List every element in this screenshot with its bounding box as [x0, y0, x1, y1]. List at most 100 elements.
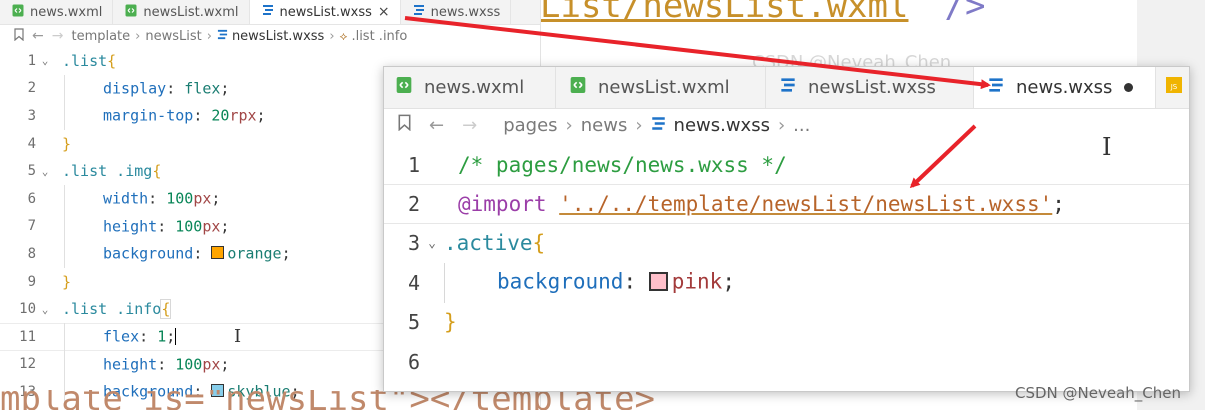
- chevron-right-icon: ›: [329, 28, 335, 44]
- css-unit: px: [202, 354, 221, 373]
- breadcrumb-item[interactable]: pages: [503, 115, 557, 136]
- chevron-right-icon: ›: [206, 28, 212, 44]
- css-selector: .list .img: [62, 162, 153, 181]
- css-property: background: [497, 269, 624, 294]
- css-number: 1: [157, 327, 167, 346]
- css-property: margin-top: [103, 106, 194, 125]
- mouse-ibeam-cursor-icon: I: [1102, 133, 1112, 161]
- fold-chevron-icon[interactable]: ⌄: [36, 165, 54, 178]
- tab-newslist-wxss[interactable]: newsList.wxss: [766, 67, 974, 108]
- background-code-bottom: mplate is="newsList"></template>: [0, 390, 890, 410]
- css-number: 100: [175, 216, 203, 235]
- line-number: 6: [407, 349, 420, 374]
- css-property: height: [103, 216, 158, 235]
- background-code-text: List/newsList.wxml: [540, 0, 909, 26]
- css-number: 20: [211, 106, 230, 125]
- line-number: 5: [407, 310, 420, 335]
- bookmark-icon[interactable]: [14, 27, 24, 45]
- tab-newslist-wxss[interactable]: newsList.wxss ×: [249, 0, 401, 24]
- wxss-file-icon: [262, 4, 274, 20]
- line-number: 5: [27, 163, 36, 180]
- back-arrow-icon[interactable]: ←: [429, 115, 444, 136]
- line-number: 7: [27, 218, 36, 235]
- css-number: 100: [175, 354, 203, 373]
- breadcrumb-item[interactable]: news.wxss: [674, 115, 770, 136]
- breadcrumb-item[interactable]: news: [581, 115, 628, 136]
- forward-arrow-icon[interactable]: →: [462, 115, 477, 136]
- line-number: 3: [27, 107, 36, 124]
- css-import-path[interactable]: '../../template/newsList/newsList.wxss': [559, 192, 1052, 216]
- tab-js-file[interactable]: JS: [1156, 67, 1189, 108]
- color-swatch-pink[interactable]: [648, 272, 668, 292]
- tab-news-wxss[interactable]: news.wxss: [401, 0, 512, 24]
- wxml-file-icon: [125, 4, 137, 21]
- breadcrumb-item[interactable]: .list .info: [351, 29, 407, 44]
- tab-label: news.wxml: [30, 4, 103, 20]
- breadcrumb-item[interactable]: newsList.wxss: [232, 29, 324, 44]
- tab-news-wxml[interactable]: news.wxml: [384, 67, 556, 108]
- overlay-tab-bar: news.wxml newsList.wxml newsList.wxss ne…: [384, 67, 1189, 109]
- wxss-file-icon: [413, 4, 425, 20]
- line-number: 4: [407, 270, 420, 295]
- code-line[interactable]: 2 @import '../../template/newsList/newsL…: [384, 184, 1189, 224]
- css-property: flex: [103, 327, 140, 346]
- breadcrumb-item[interactable]: template: [71, 29, 130, 44]
- watermark: CSDN @Neveah_Chen: [1015, 384, 1182, 402]
- forward-arrow-icon[interactable]: →: [52, 28, 64, 44]
- wxml-file-icon: [12, 4, 24, 21]
- tab-newslist-wxml[interactable]: newsList.wxml: [556, 67, 766, 108]
- fold-chevron-icon[interactable]: ⌄: [36, 303, 54, 316]
- unsaved-dot-icon[interactable]: [1124, 83, 1134, 92]
- css-property: display: [103, 78, 167, 97]
- back-arrow-icon[interactable]: ←: [32, 28, 44, 44]
- css-property: width: [103, 189, 149, 208]
- css-selector: .list: [62, 51, 108, 70]
- line-number: 4: [27, 135, 36, 152]
- background-code-close: />: [944, 0, 986, 26]
- tab-newslist-wxml[interactable]: newsList.wxml: [113, 0, 250, 24]
- line-number: 11: [19, 328, 36, 345]
- symbol-icon: ⟡: [339, 28, 348, 43]
- line-number: 10: [19, 301, 36, 318]
- code-line[interactable]: 1 /* pages/news/news.wxss */: [384, 145, 1189, 184]
- code-line[interactable]: 6: [384, 342, 1189, 381]
- close-icon[interactable]: ×: [378, 4, 390, 20]
- code-area-overlay[interactable]: 1 /* pages/news/news.wxss */ 2 @import '…: [384, 145, 1189, 381]
- code-line[interactable]: 4 background: pink;: [384, 263, 1189, 303]
- svg-text:JS: JS: [1170, 83, 1178, 91]
- line-number: 2: [407, 192, 420, 217]
- chevron-right-icon: ›: [777, 114, 786, 136]
- code-line[interactable]: 3 ⌄ .active{: [384, 224, 1189, 263]
- bookmark-icon[interactable]: [398, 114, 411, 136]
- tab-news-wxml[interactable]: news.wxml: [0, 0, 114, 24]
- tab-news-wxss[interactable]: news.wxss: [974, 67, 1156, 108]
- breadcrumb: ← → pages › news › news.wxss › ...: [384, 109, 1189, 141]
- background-code-bottom-text: mplate is="newsList"></template>: [0, 390, 656, 410]
- css-property: height: [103, 354, 158, 373]
- breadcrumb-item[interactable]: newsList: [145, 29, 201, 44]
- fold-chevron-icon[interactable]: ⌄: [36, 54, 54, 67]
- breadcrumb-item[interactable]: ...: [793, 115, 810, 136]
- css-property: background: [103, 244, 194, 263]
- tab-label: newsList.wxml: [598, 77, 730, 98]
- line-number: 3: [407, 231, 420, 256]
- line-number: 8: [27, 245, 36, 262]
- chevron-right-icon: ›: [135, 28, 141, 44]
- background-code-top: List/newsList.wxml />: [540, 0, 1140, 46]
- css-value: flex: [184, 78, 221, 97]
- line-number: 1: [27, 52, 36, 69]
- line-number: 6: [27, 190, 36, 207]
- color-swatch-orange[interactable]: [211, 246, 225, 260]
- js-file-icon: JS: [1166, 77, 1182, 98]
- css-selector: .list .info: [62, 300, 162, 319]
- code-line[interactable]: 5 }: [384, 303, 1189, 342]
- tab-label: newsList.wxss: [808, 77, 936, 98]
- wxss-file-icon: [651, 115, 666, 136]
- line-number: 12: [19, 356, 36, 373]
- fold-chevron-icon[interactable]: ⌄: [420, 236, 444, 251]
- overlay-editor-panel: news.wxml newsList.wxml newsList.wxss ne…: [383, 66, 1190, 392]
- tab-label: news.wxss: [1016, 77, 1113, 98]
- wxml-file-icon: [396, 76, 412, 99]
- wxss-file-icon: [988, 77, 1004, 98]
- line-number: 1: [407, 152, 420, 177]
